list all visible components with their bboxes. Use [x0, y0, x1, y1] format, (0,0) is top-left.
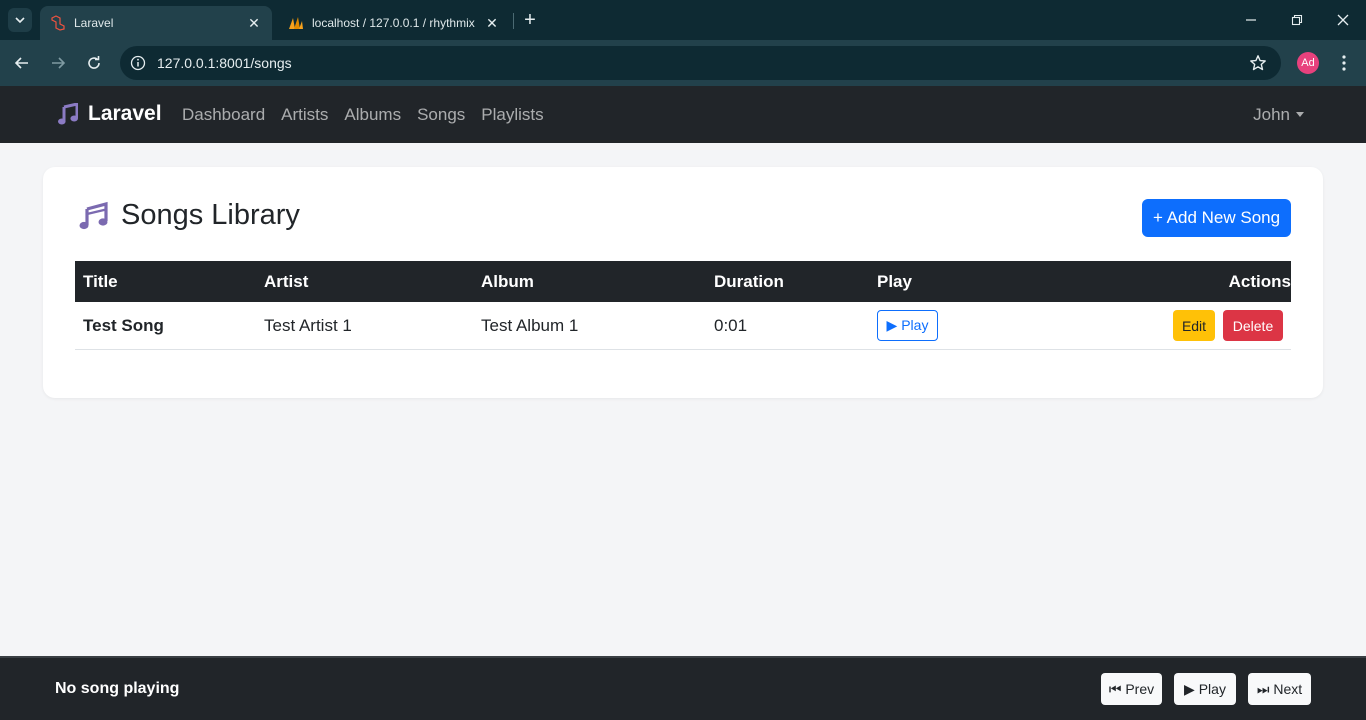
- app-navbar: Laravel Dashboard Artists Albums Songs P…: [0, 86, 1366, 143]
- user-name: John: [1253, 104, 1290, 124]
- songs-card: Songs Library + Add New Song Title Artis…: [43, 167, 1323, 398]
- chevron-down-icon: [15, 17, 25, 24]
- nav-dashboard[interactable]: Dashboard: [174, 105, 273, 125]
- restore-icon[interactable]: [1285, 8, 1309, 32]
- page-title: Songs Library: [79, 199, 300, 232]
- player-play-button[interactable]: ▶ Play: [1174, 673, 1236, 705]
- bookmark-star-icon[interactable]: [1249, 54, 1267, 72]
- minimize-icon[interactable]: [1239, 8, 1263, 32]
- nav-artists[interactable]: Artists: [273, 105, 336, 125]
- phpmyadmin-favicon-icon: [288, 15, 304, 31]
- reload-icon[interactable]: [82, 51, 106, 75]
- caret-down-icon: [1296, 112, 1304, 117]
- music-notes-icon: [79, 201, 108, 229]
- column-duration: Duration: [714, 271, 784, 291]
- brand-link[interactable]: Laravel: [58, 102, 162, 126]
- add-new-song-button[interactable]: + Add New Song: [1142, 199, 1291, 237]
- tab-title: Laravel: [74, 16, 114, 30]
- next-button[interactable]: ⏭ Next: [1248, 673, 1311, 705]
- delete-button[interactable]: Delete: [1223, 310, 1283, 341]
- laravel-favicon-icon: [50, 15, 66, 31]
- nav-links: Dashboard Artists Albums Songs Playlists: [174, 86, 552, 143]
- close-icon[interactable]: ✕: [246, 15, 262, 31]
- play-song-button[interactable]: ▶ Play: [877, 310, 938, 341]
- song-duration: 0:01: [714, 315, 748, 335]
- browser-toolbar: 127.0.0.1:8001/songs Ad: [0, 40, 1366, 86]
- song-artist: Test Artist 1: [264, 315, 352, 335]
- back-arrow-icon[interactable]: [10, 51, 34, 75]
- player-bar: No song playing ⏮ Prev ▶ Play ⏭ Next: [0, 656, 1366, 720]
- user-dropdown[interactable]: John: [1253, 86, 1304, 143]
- music-note-icon: [58, 103, 78, 125]
- close-icon[interactable]: ✕: [484, 15, 500, 31]
- column-title: Title: [83, 271, 118, 291]
- browser-tabstrip: Laravel ✕ localhost / 127.0.0.1 / rhythm…: [0, 0, 1366, 40]
- site-info-icon[interactable]: [129, 54, 147, 72]
- page-title-text: Songs Library: [121, 199, 300, 231]
- now-playing-status: No song playing: [55, 680, 180, 697]
- nav-albums[interactable]: Albums: [336, 105, 409, 125]
- tab-phpmyadmin[interactable]: localhost / 127.0.0.1 / rhythmix ✕: [278, 6, 510, 40]
- column-actions: Actions: [1228, 271, 1291, 291]
- column-artist: Artist: [264, 271, 309, 291]
- url-text[interactable]: 127.0.0.1:8001/songs: [157, 55, 292, 71]
- column-album: Album: [481, 271, 534, 291]
- column-play: Play: [877, 271, 912, 291]
- forward-arrow-icon[interactable]: [46, 51, 70, 75]
- nav-playlists[interactable]: Playlists: [473, 105, 551, 125]
- prev-button[interactable]: ⏮ Prev: [1101, 673, 1162, 705]
- edit-button[interactable]: Edit: [1173, 310, 1215, 341]
- tab-separator: [513, 13, 514, 29]
- more-menu-icon[interactable]: [1334, 51, 1354, 75]
- nav-songs[interactable]: Songs: [409, 105, 473, 125]
- table-row: Test Song Test Artist 1 Test Album 1 0:0…: [75, 302, 1291, 350]
- tab-laravel[interactable]: Laravel ✕: [40, 6, 272, 40]
- tab-title: localhost / 127.0.0.1 / rhythmix: [312, 16, 475, 30]
- new-tab-icon[interactable]: +: [520, 9, 540, 31]
- brand-name: Laravel: [88, 102, 162, 125]
- window-close-icon[interactable]: [1331, 8, 1355, 32]
- tab-search-button[interactable]: [8, 8, 32, 32]
- song-title: Test Song: [83, 315, 164, 335]
- table-header: Title Artist Album Duration Play Actions: [75, 261, 1291, 302]
- song-album: Test Album 1: [481, 315, 579, 335]
- profile-avatar[interactable]: Ad: [1297, 52, 1319, 74]
- address-bar[interactable]: 127.0.0.1:8001/songs: [120, 46, 1281, 80]
